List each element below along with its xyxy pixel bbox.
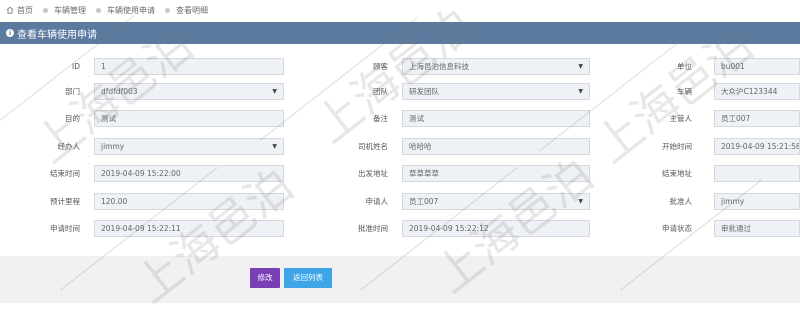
- departure-field[interactable]: 草草草草: [402, 165, 590, 182]
- breadcrumb-vehicle-management[interactable]: 车辆管理: [43, 5, 86, 16]
- approver-field[interactable]: jimmy: [714, 193, 800, 210]
- apply-time-label: 申请时间: [50, 224, 80, 233]
- department-label: 部门: [65, 87, 80, 96]
- vehicle-label: 车辆: [677, 87, 692, 96]
- apply-status-label: 申请状态: [662, 224, 692, 233]
- departure-label: 出发地址: [358, 169, 388, 178]
- breadcrumb-separator-icon: [43, 7, 48, 13]
- end-time-field[interactable]: 2019-04-09 15:22:00: [94, 165, 284, 182]
- driver-field[interactable]: 哈哈哈: [402, 138, 590, 155]
- id-label: ID: [72, 62, 80, 71]
- remark-field[interactable]: 测试: [402, 110, 590, 127]
- driver-label: 司机姓名: [358, 142, 388, 151]
- back-to-list-button[interactable]: 返回列表: [284, 268, 332, 288]
- applicant-select[interactable]: 员工007 ▼: [402, 193, 590, 210]
- breadcrumb-separator-icon: [96, 7, 101, 13]
- panel-header: i 查看车辆使用申请: [0, 22, 800, 44]
- department-select[interactable]: dfdfdf003 ▼: [94, 83, 284, 100]
- id-field[interactable]: 1: [94, 58, 284, 75]
- handler-label: 经办人: [57, 142, 81, 151]
- approve-time-field[interactable]: 2019-04-09 15:22:12: [402, 220, 590, 237]
- handler-select[interactable]: jimmy ▼: [94, 138, 284, 155]
- unit-label: 单位: [677, 62, 692, 71]
- vehicle-field[interactable]: 大众沪C123344: [714, 83, 800, 100]
- chevron-down-icon: ▼: [272, 143, 277, 150]
- chevron-down-icon: ▼: [578, 198, 583, 205]
- breadcrumb: 首页 车辆管理 车辆使用申请 查看明细: [0, 0, 800, 20]
- customer-label: 顾客: [373, 62, 388, 71]
- purpose-label: 目的: [65, 114, 80, 123]
- approver-label: 批准人: [669, 197, 693, 206]
- apply-time-field[interactable]: 2019-04-09 15:22:11: [94, 220, 284, 237]
- end-time-label: 结束时间: [50, 169, 80, 178]
- apply-status-field[interactable]: 审批通过: [714, 220, 800, 237]
- est-mileage-label: 预计里程: [50, 197, 80, 206]
- team-label: 团队: [373, 87, 388, 96]
- applicant-label: 申请人: [365, 197, 389, 206]
- breadcrumb-vehicle-application[interactable]: 车辆使用申请: [96, 5, 155, 16]
- supervisor-label: 主管人: [669, 114, 693, 123]
- breadcrumb-separator-icon: [165, 7, 170, 13]
- supervisor-field[interactable]: 员工007: [714, 110, 800, 127]
- home-icon: [6, 6, 14, 14]
- info-icon: i: [6, 29, 14, 37]
- start-time-label: 开始时间: [662, 142, 692, 151]
- chevron-down-icon: ▼: [578, 88, 583, 95]
- breadcrumb-home[interactable]: 首页: [6, 5, 33, 16]
- edit-button[interactable]: 修改: [250, 268, 280, 288]
- customer-select[interactable]: 上海邑泊信息科技 ▼: [402, 58, 590, 75]
- est-mileage-field[interactable]: 120.00: [94, 193, 284, 210]
- end-address-field[interactable]: [714, 165, 800, 182]
- form-actions-bar: [0, 256, 800, 303]
- team-select[interactable]: 研发团队 ▼: [402, 83, 590, 100]
- start-time-field[interactable]: 2019-04-09 15:21:58: [714, 138, 800, 155]
- chevron-down-icon: ▼: [578, 63, 583, 70]
- approve-time-label: 批准时间: [358, 224, 388, 233]
- chevron-down-icon: ▼: [272, 88, 277, 95]
- breadcrumb-view-detail: 查看明细: [165, 5, 208, 16]
- page-title: 查看车辆使用申请: [17, 29, 97, 41]
- unit-field[interactable]: bu001: [714, 58, 800, 75]
- end-address-label: 结束地址: [662, 169, 692, 178]
- remark-label: 备注: [373, 114, 388, 123]
- purpose-field[interactable]: 测试: [94, 110, 284, 127]
